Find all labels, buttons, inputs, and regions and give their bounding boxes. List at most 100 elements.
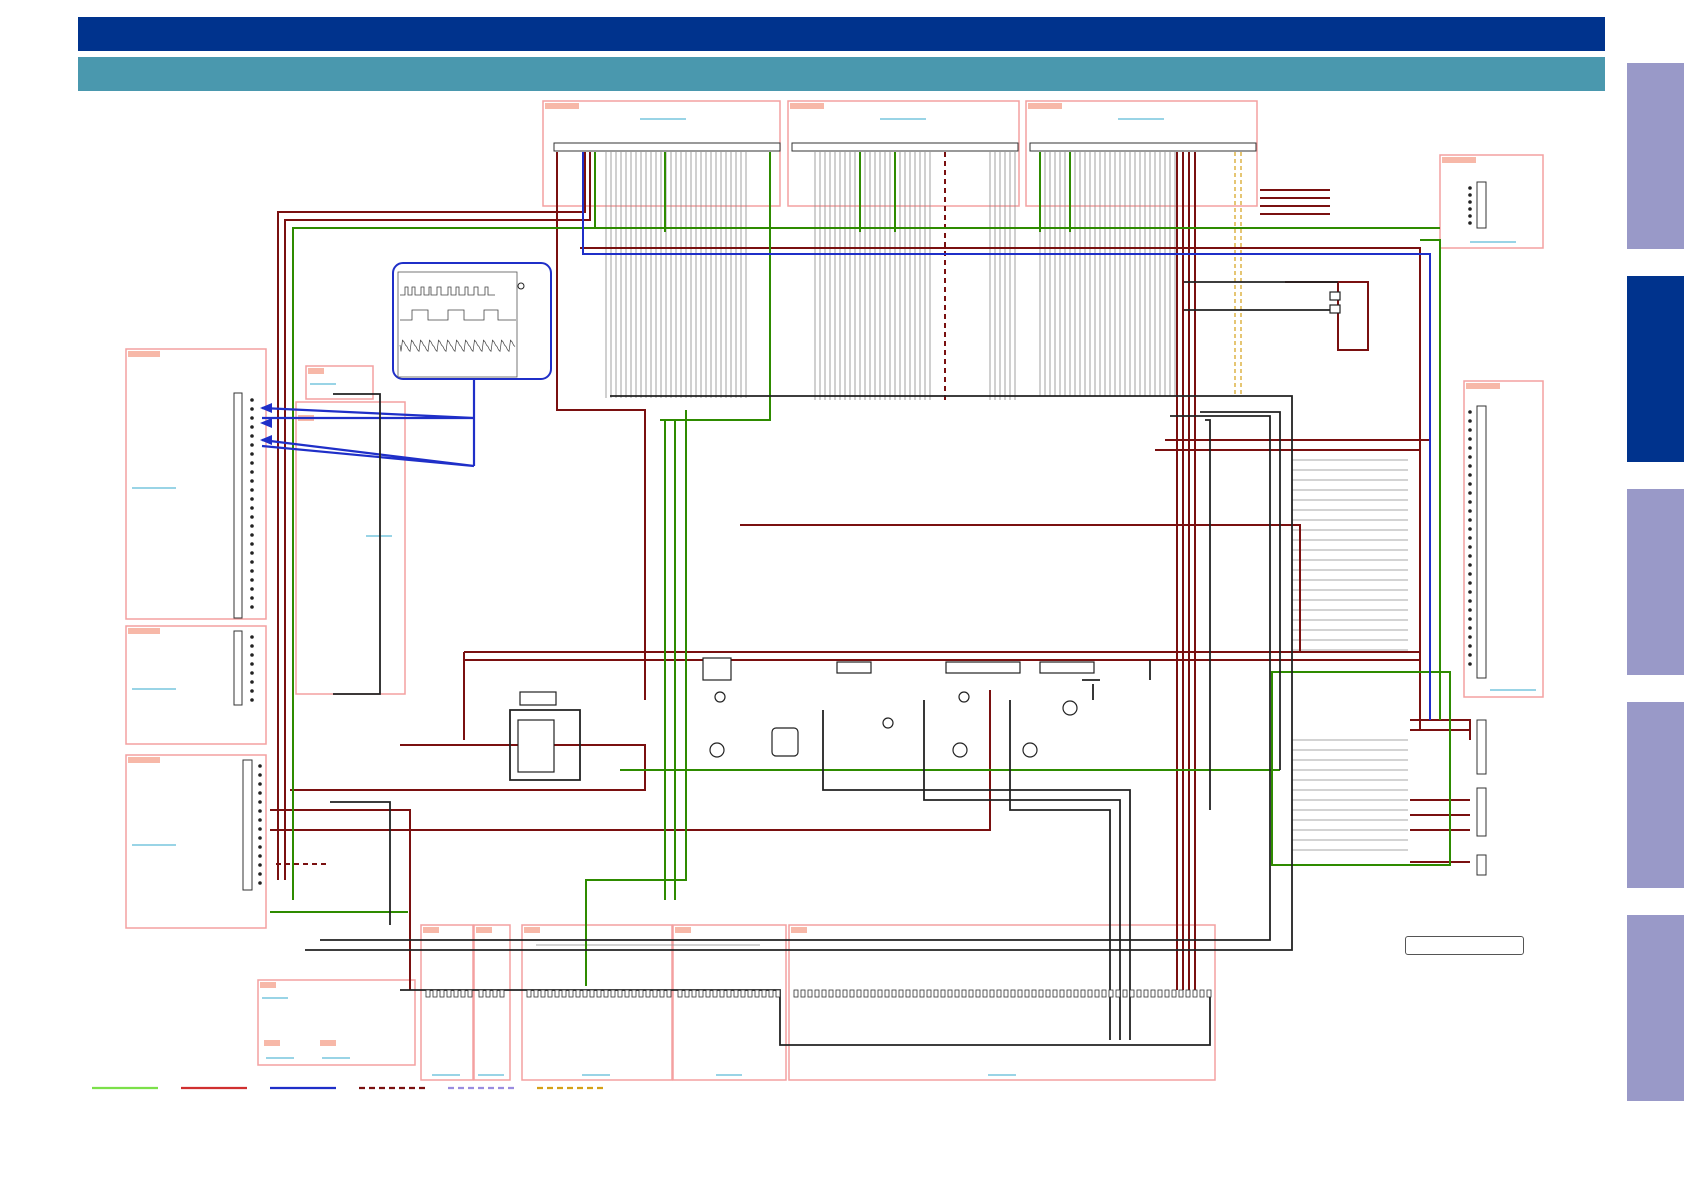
connector-pin (250, 644, 254, 648)
connector-pin-icon (705, 989, 711, 998)
connector-pin (250, 407, 254, 411)
connector-pin (1468, 464, 1472, 468)
connector-pin (250, 398, 254, 402)
connector-pin (1468, 536, 1472, 540)
connector-pin-icon (1059, 989, 1065, 998)
connector-pin (1468, 626, 1472, 630)
connector-pin-icon (807, 989, 813, 998)
connector-pin (250, 587, 254, 591)
connector-pin-icon (617, 989, 623, 998)
dashed-signal-wires (1234, 152, 1242, 396)
block-bottom-5 (788, 924, 1216, 1081)
connector-pin-icon (596, 989, 602, 998)
connector-pin (250, 479, 254, 483)
connector-pin-icon (947, 989, 953, 998)
connector-pin-icon (1031, 989, 1037, 998)
connector-pin-icon (828, 989, 834, 998)
connector-pin (250, 689, 254, 693)
connector-pin-icon (1017, 989, 1023, 998)
reference-links[interactable] (132, 118, 1536, 1076)
connector-pin (1468, 617, 1472, 621)
connector-pin (1468, 635, 1472, 639)
component-box-3 (1039, 661, 1095, 674)
connector-pin-icon (1073, 989, 1079, 998)
connector-pin (250, 470, 254, 474)
connector-pin-icon (912, 989, 918, 998)
connector-pin-icon (666, 989, 672, 998)
connector-pin (1468, 200, 1472, 204)
connector-pin (250, 671, 254, 675)
note-box (1405, 936, 1524, 955)
connector-pin (250, 488, 254, 492)
ic-label-box (519, 691, 557, 706)
connector-pin-icon (1024, 989, 1030, 998)
connector-pin-icon (800, 989, 806, 998)
connector-pin-icon (877, 989, 883, 998)
connector-pin (1468, 410, 1472, 414)
block-right-middle (1463, 380, 1544, 698)
connector-pin (258, 845, 262, 849)
relay-box (702, 657, 732, 681)
bottom-connector-pins (425, 989, 1212, 998)
connector-pin (1468, 437, 1472, 441)
connector-pin (1468, 581, 1472, 585)
connector-pin (1468, 644, 1472, 648)
connector-pin-icon (659, 989, 665, 998)
connector-pin-icon (568, 989, 574, 998)
connector-pin (258, 854, 262, 858)
relay-coil-2 (1329, 304, 1341, 314)
connector-pin-icon (631, 989, 637, 998)
connector-pin (250, 425, 254, 429)
connector-pin-icon (1101, 989, 1107, 998)
connector-pin-icon (954, 989, 960, 998)
block-bottom-3 (521, 924, 673, 1081)
block-right-top (1439, 154, 1544, 249)
connector-pin (250, 443, 254, 447)
block-top-2 (787, 100, 1020, 207)
connector-pin-icon (835, 989, 841, 998)
connector-pin-icon (425, 989, 431, 998)
connector-pin (250, 569, 254, 573)
connector-pin-icon (453, 989, 459, 998)
connector-pin-icon (940, 989, 946, 998)
connector-pin-icon (1066, 989, 1072, 998)
left-connectors (233, 392, 253, 891)
connector-pin-icon (754, 989, 760, 998)
connector-pin-icon (684, 989, 690, 998)
connector-pin-icon (467, 989, 473, 998)
connector-pin (250, 533, 254, 537)
connector-pin-icon (485, 989, 491, 998)
component-box-2 (945, 661, 1021, 674)
oscilloscope-waveform-icon (392, 262, 552, 380)
connector-pin (258, 791, 262, 795)
connector-pin-icon (603, 989, 609, 998)
connector-pin-icon (856, 989, 862, 998)
connector-pin (250, 551, 254, 555)
connector-pin-icon (1129, 989, 1135, 998)
connector-pin (258, 881, 262, 885)
block-top-1 (542, 100, 781, 207)
connector-pin (1468, 527, 1472, 531)
connector-pin-icon (996, 989, 1002, 998)
connector-pin (250, 524, 254, 528)
connector-pin-icon (547, 989, 553, 998)
connector-pin (258, 818, 262, 822)
connector-pin-icon (775, 989, 781, 998)
transistor-icon (709, 691, 1078, 758)
block-bottom-left (257, 979, 416, 1066)
connector-pin (1468, 428, 1472, 432)
connector-pin-icon (561, 989, 567, 998)
connector-pin (250, 416, 254, 420)
connector-pin-icon (1150, 989, 1156, 998)
connector-pin-icon (768, 989, 774, 998)
connector-pin-icon (1171, 989, 1177, 998)
connector-pin-icon (526, 989, 532, 998)
block-bottom-2 (473, 924, 511, 1081)
connector-pin (250, 560, 254, 564)
connector-pin-icon (884, 989, 890, 998)
connector-pin-icon (499, 989, 505, 998)
connector-pin (1468, 608, 1472, 612)
connector-pin-icon (712, 989, 718, 998)
connector-pin (1468, 554, 1472, 558)
connector-pin (1468, 545, 1472, 549)
